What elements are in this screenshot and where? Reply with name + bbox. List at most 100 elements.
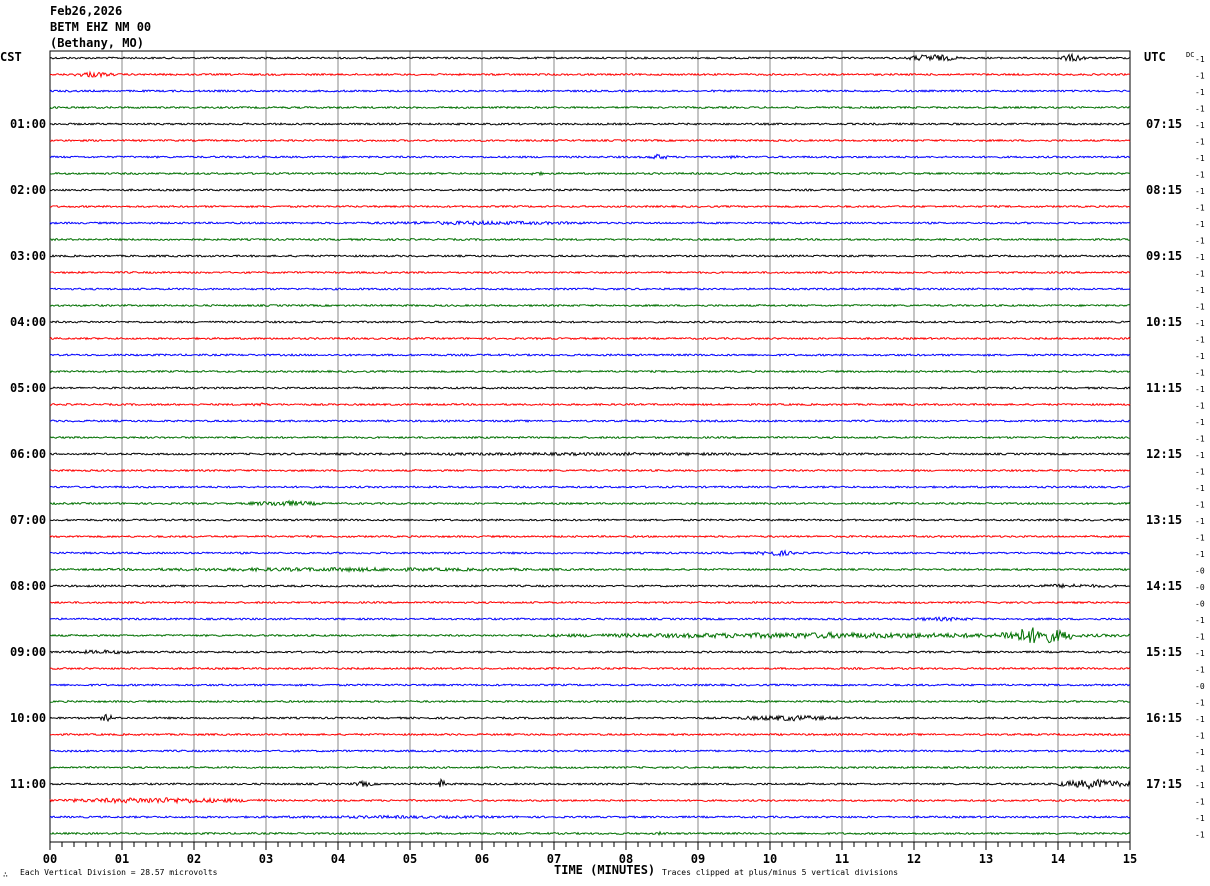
- x-tick-label: 02: [187, 852, 201, 866]
- x-tick-label: 13: [979, 852, 993, 866]
- trace-row-18: [49, 353, 1131, 357]
- cst-time-label: 01:00: [10, 117, 46, 131]
- dc-offset-label: -1: [1195, 781, 1205, 790]
- cst-time-label: 02:00: [10, 183, 46, 197]
- clip-note: Traces clipped at plus/minus 5 vertical …: [662, 868, 898, 877]
- dc-offset-label: -1: [1195, 204, 1205, 213]
- dc-offset-label: -1: [1195, 814, 1205, 823]
- dc-offset-label: -1: [1195, 831, 1205, 840]
- dc-offset-label: -1: [1195, 748, 1205, 757]
- dc-offset-label: -1: [1195, 418, 1205, 427]
- dc-offset-label: -1: [1195, 468, 1205, 477]
- trace-row-24: [49, 451, 1131, 457]
- dc-offset-label: -1: [1195, 105, 1205, 114]
- trace-row-42: [49, 749, 1130, 753]
- x-tick-label: 01: [115, 852, 129, 866]
- trace-row-5: [49, 138, 1131, 143]
- trace-row-32: [49, 582, 1131, 590]
- dc-offset-label: -1: [1195, 616, 1205, 625]
- trace-row-13: [49, 270, 1131, 275]
- trace-row-47: [49, 830, 1131, 837]
- trace-row-14: [49, 287, 1131, 291]
- trace-row-8: [49, 188, 1130, 192]
- trace-row-46: [49, 814, 1131, 820]
- dc-offset-label: -1: [1195, 220, 1205, 229]
- utc-time-label: 17:15: [1146, 777, 1182, 791]
- dc-offset-label: -1: [1195, 666, 1205, 675]
- cst-time-label: 11:00: [10, 777, 46, 791]
- utc-time-label: 14:15: [1146, 579, 1182, 593]
- dc-offset-label: -1: [1195, 517, 1205, 526]
- x-tick-label: 05: [403, 852, 417, 866]
- dc-offset-label: -1: [1195, 336, 1205, 345]
- utc-time-label: 09:15: [1146, 249, 1182, 263]
- trace-row-6: [49, 153, 1131, 160]
- division-note: Each Vertical Division = 28.57 microvolt…: [20, 868, 218, 877]
- trace-row-30: [49, 549, 1130, 558]
- trace-row-15: [49, 303, 1131, 308]
- dc-offset-label: -1: [1195, 699, 1205, 708]
- trace-row-28: [50, 518, 1131, 522]
- dc-offset-label: -1: [1195, 534, 1205, 543]
- utc-time-label: 12:15: [1146, 447, 1182, 461]
- trace-row-35: [49, 627, 1131, 644]
- trace-row-16: [49, 320, 1131, 324]
- dc-offset-label: -0: [1195, 567, 1205, 576]
- dc-offset-label: -1: [1195, 402, 1205, 411]
- utc-time-label: 10:15: [1146, 315, 1182, 329]
- trace-row-29: [49, 534, 1131, 539]
- grid: [49, 50, 1131, 843]
- plot-frame: [49, 50, 1131, 843]
- trace-row-11: [49, 237, 1131, 242]
- utc-time-label: 16:15: [1146, 711, 1182, 725]
- trace-row-39: [49, 699, 1131, 704]
- trace-row-12: [50, 254, 1131, 258]
- dc-offset-label: -1: [1195, 451, 1205, 460]
- cst-time-label: 05:00: [10, 381, 46, 395]
- dc-offset-label: -1: [1195, 369, 1205, 378]
- trace-row-38: [49, 683, 1131, 687]
- trace-row-21: [49, 402, 1131, 407]
- cst-time-label: 10:00: [10, 711, 46, 725]
- trace-row-1: [49, 70, 1131, 79]
- cst-time-label: 06:00: [10, 447, 46, 461]
- dc-offset-label: -1: [1195, 715, 1205, 724]
- dc-offset-label: -1: [1195, 732, 1205, 741]
- logo-mark: ∴: [3, 870, 8, 879]
- dc-offset-label: -1: [1195, 286, 1205, 295]
- trace-row-4: [49, 122, 1131, 126]
- utc-time-label: 08:15: [1146, 183, 1182, 197]
- dc-offset-label: -1: [1195, 352, 1205, 361]
- trace-row-45: [49, 796, 1131, 805]
- dc-offset-label: -1: [1195, 633, 1205, 642]
- dc-offset-label: -1: [1195, 435, 1205, 444]
- dc-offset-label: -1: [1195, 649, 1205, 658]
- dc-offset-label: -1: [1195, 187, 1205, 196]
- helicorder-plot: CST UTC DC -1 -1 -1 -1 01:00 07:15 -1 -1 -1 -1 02:…: [0, 50, 1205, 879]
- cst-time-label: 09:00: [10, 645, 46, 659]
- x-tick-label: 03: [259, 852, 273, 866]
- x-tick-label: 10: [763, 852, 777, 866]
- dc-offset-label: -1: [1195, 765, 1205, 774]
- dc-offset-label: -0: [1195, 600, 1205, 609]
- cst-time-label: 07:00: [10, 513, 46, 527]
- trace-row-44: [49, 778, 1131, 790]
- dc-offset-label: -1: [1195, 385, 1205, 394]
- trace-row-36: [49, 648, 1131, 655]
- utc-time-label: 07:15: [1146, 117, 1182, 131]
- trace-row-7: [49, 170, 1131, 177]
- dc-offset-label: -1: [1195, 237, 1205, 246]
- dc-offset-label: -1: [1195, 501, 1205, 510]
- trace-row-43: [49, 765, 1131, 770]
- utc-time-label: 11:15: [1146, 381, 1182, 395]
- x-tick-label: 09: [691, 852, 705, 866]
- trace-row-26: [49, 485, 1131, 489]
- trace-row-10: [49, 219, 1131, 227]
- x-tick-label: 14: [1051, 852, 1065, 866]
- trace-row-40: [49, 713, 1131, 723]
- dc-offset-label: -0: [1195, 583, 1205, 592]
- dc-offset-label: -0: [1195, 682, 1205, 691]
- dc-offset-label: -1: [1195, 270, 1205, 279]
- trace-row-9: [49, 204, 1131, 209]
- dc-offset-label: -1: [1195, 171, 1205, 180]
